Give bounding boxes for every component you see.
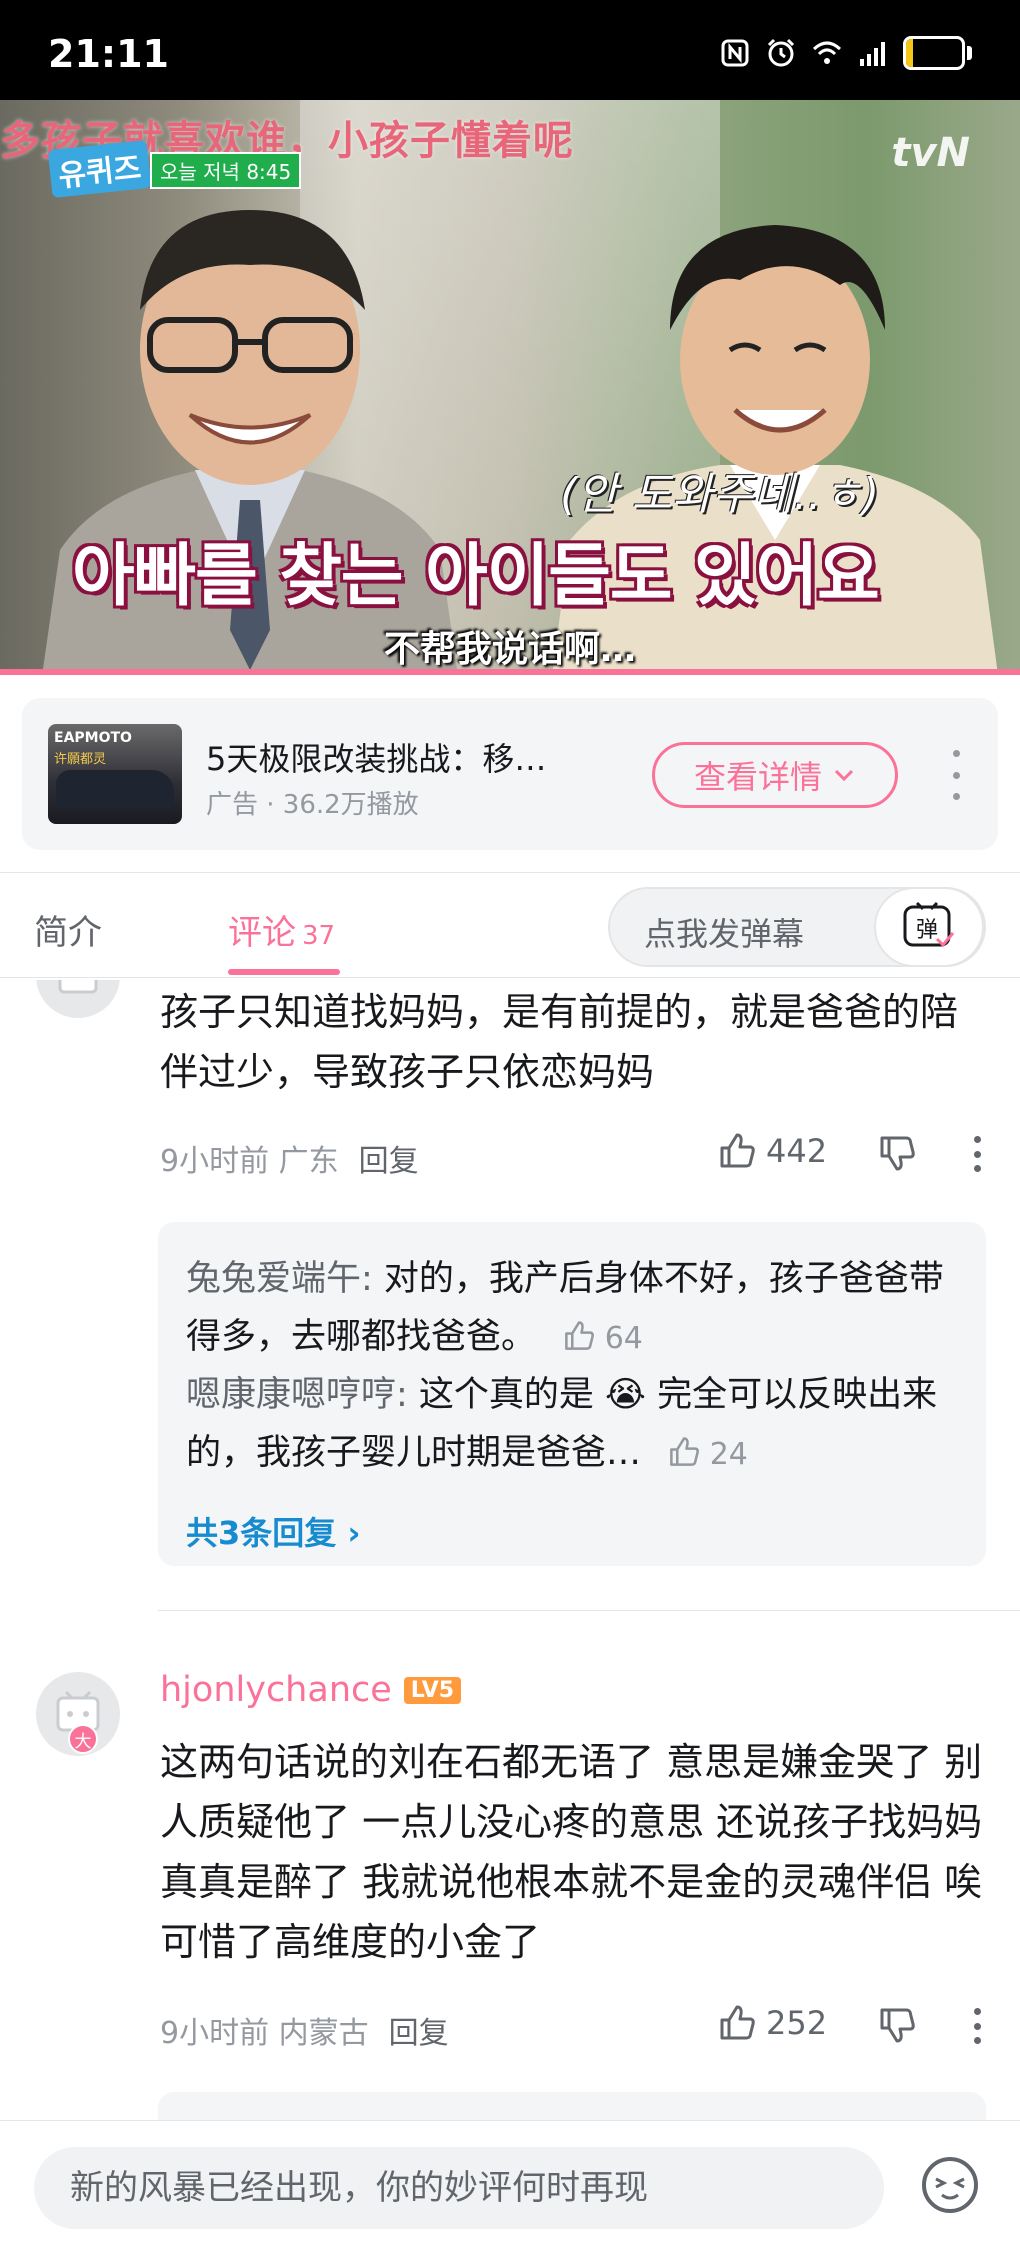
battery-fill bbox=[906, 39, 913, 67]
username-text[interactable]: hjonlychance bbox=[160, 1670, 392, 1710]
dislike-button[interactable] bbox=[878, 2006, 916, 2048]
reply-like[interactable]: 64 bbox=[563, 1321, 643, 1356]
ad-details-label: 查看详情 bbox=[693, 758, 822, 796]
comment-list[interactable]: 孩子只知道找妈妈，是有前提的，就是爸爸的陪伴过少，导致孩子只依恋妈妈 9小时前 … bbox=[0, 980, 1020, 2120]
default-avatar-icon bbox=[58, 980, 98, 994]
comment-time-location: 9小时前 内蒙古 bbox=[160, 2016, 369, 2051]
nfc-icon bbox=[721, 39, 749, 67]
ad-title[interactable]: 5天极限改装挑战：移… bbox=[206, 734, 546, 780]
thumbs-down-icon bbox=[880, 2008, 915, 2043]
reply-like-count: 64 bbox=[604, 1321, 643, 1356]
reply-like-count: 24 bbox=[709, 1437, 748, 1472]
video-subtitle: 不帮我说话啊… bbox=[383, 629, 636, 670]
air-time-badge: 오늘 저녁 8:45 bbox=[150, 152, 302, 189]
show-logo: 유퀴즈 bbox=[47, 139, 152, 199]
avatar[interactable] bbox=[36, 980, 120, 1018]
video-progress-bar[interactable] bbox=[0, 669, 1020, 675]
reply-preview-box[interactable] bbox=[158, 2092, 986, 2120]
danmaku-icon: 弹 bbox=[903, 901, 955, 948]
like-button[interactable]: 442 bbox=[718, 1132, 827, 1170]
app-page: 21:11 12 多孩子就喜欢谁，小孩子懂着呢 유퀴즈 오늘 저녁 8:45 t… bbox=[0, 0, 1020, 2250]
comment-input[interactable]: 新的风暴已经出现，你的妙评何时再现 bbox=[34, 2147, 884, 2229]
status-time: 21:11 bbox=[48, 32, 169, 76]
ad-more-button[interactable] bbox=[946, 750, 966, 800]
view-all-replies-link[interactable]: 共3条回复 › bbox=[186, 1508, 361, 1554]
channel-logo: tvN bbox=[891, 130, 970, 176]
comment-more-button[interactable] bbox=[972, 2008, 982, 2044]
thumbs-up-icon bbox=[720, 1133, 755, 1168]
reply-button[interactable]: 回复 bbox=[359, 1144, 419, 1179]
status-icons: 12 bbox=[719, 36, 972, 70]
battery-level: 12 bbox=[918, 40, 949, 65]
tab-active-indicator bbox=[228, 969, 340, 975]
chevron-down-icon bbox=[834, 769, 854, 782]
comment-divider bbox=[158, 1610, 1020, 1611]
comment-input-bar: 新的风暴已经出现，你的妙评何时再现 bbox=[0, 2120, 1020, 2250]
comment-text: 孩子只知道找妈妈，是有前提的，就是爸爸的陪伴过少，导致孩子只依恋妈妈 bbox=[160, 990, 959, 1094]
reply-item[interactable]: 嗯康康嗯哼哼: 这个真的是 😭 完全可以反映出来的，我孩子婴儿时期是爸爸… 24 bbox=[186, 1366, 976, 1484]
wifi-icon bbox=[812, 41, 842, 64]
signal-icon bbox=[860, 42, 885, 66]
ad-details-button[interactable]: 查看详情 bbox=[652, 742, 898, 808]
comment-meta: 9小时前 广东 回复 bbox=[160, 1136, 419, 1180]
tab-comments[interactable]: 评论 37 bbox=[228, 905, 335, 954]
danmaku-input[interactable]: 点我发弹幕 弹 bbox=[608, 887, 986, 967]
thumbs-up-icon bbox=[565, 1321, 595, 1350]
comment-more-button[interactable] bbox=[972, 1136, 982, 1172]
video-player[interactable]: 多孩子就喜欢谁，小孩子懂着呢 유퀴즈 오늘 저녁 8:45 tvN (안 도와주… bbox=[0, 100, 1020, 675]
comment-username[interactable]: hjonlychance LV5 bbox=[160, 1670, 462, 1710]
danmaku-toggle-button[interactable]: 弹 bbox=[874, 887, 984, 967]
reply-button[interactable]: 回复 bbox=[389, 2016, 449, 2051]
battery-indicator: 12 bbox=[903, 36, 972, 70]
alarm-icon bbox=[767, 38, 795, 67]
danmaku-placeholder: 点我发弹幕 bbox=[644, 915, 805, 953]
tab-comments-count: 37 bbox=[302, 921, 336, 951]
like-count: 252 bbox=[766, 2004, 828, 2042]
ad-thumbnail-brand: EAPMOTO bbox=[54, 730, 132, 746]
reply-like[interactable]: 24 bbox=[668, 1437, 748, 1472]
ad-thumbnail[interactable]: EAPMOTO 许願都灵 bbox=[48, 724, 182, 824]
status-bar: 21:11 12 bbox=[0, 0, 1020, 100]
user-level-badge: LV5 bbox=[403, 1676, 462, 1704]
comment-text: 这两句话说的刘在石都无语了 意思是嫌金哭了 别人质疑他了 一点儿没心疼的意思 还… bbox=[160, 1740, 983, 1964]
tab-comments-label: 评论 bbox=[228, 913, 296, 953]
thumbs-up-icon bbox=[720, 2005, 755, 2040]
reply-username[interactable]: 兔兔爱端午: bbox=[186, 1259, 373, 1299]
reply-username[interactable]: 嗯康康嗯哼哼: bbox=[186, 1375, 408, 1415]
ad-meta: 广告 · 36.2万播放 bbox=[206, 790, 419, 820]
comment-time-location: 9小时前 广东 bbox=[160, 1144, 339, 1179]
reply-item[interactable]: 兔兔爱端午: 对的，我产后身体不好，孩子爸爸带得多，去哪都找爸爸。 64 bbox=[186, 1250, 976, 1368]
emoji-icon[interactable] bbox=[918, 2153, 982, 2217]
ad-card[interactable]: EAPMOTO 许願都灵 5天极限改装挑战：移… 广告 · 36.2万播放 查看… bbox=[22, 698, 998, 850]
like-count: 442 bbox=[766, 1132, 828, 1170]
ad-thumbnail-sub: 许願都灵 bbox=[54, 752, 107, 767]
avatar-badge: 大 bbox=[68, 1724, 98, 1754]
reply-preview-box[interactable]: 兔兔爱端午: 对的，我产后身体不好，孩子爸爸带得多，去哪都找爸爸。 64 嗯康康… bbox=[158, 1222, 986, 1566]
tab-intro[interactable]: 简介 bbox=[34, 905, 102, 954]
thumbs-up-icon bbox=[670, 1437, 700, 1466]
like-button[interactable]: 252 bbox=[718, 2004, 827, 2042]
video-caption-big: 아빠를 찾는 아이들도 있어요 bbox=[72, 537, 880, 616]
dislike-button[interactable] bbox=[878, 1134, 916, 1176]
thumbs-down-icon bbox=[880, 1136, 915, 1171]
tab-bar: 简介 评论 37 点我发弹幕 弹 bbox=[0, 872, 1020, 978]
video-progress-fill bbox=[0, 669, 1020, 675]
danmaku-icon-label: 弹 bbox=[916, 918, 938, 943]
comment-meta: 9小时前 内蒙古 回复 bbox=[160, 2008, 449, 2052]
video-caption-small: (안 도와주네..ㅎ) bbox=[560, 469, 880, 520]
